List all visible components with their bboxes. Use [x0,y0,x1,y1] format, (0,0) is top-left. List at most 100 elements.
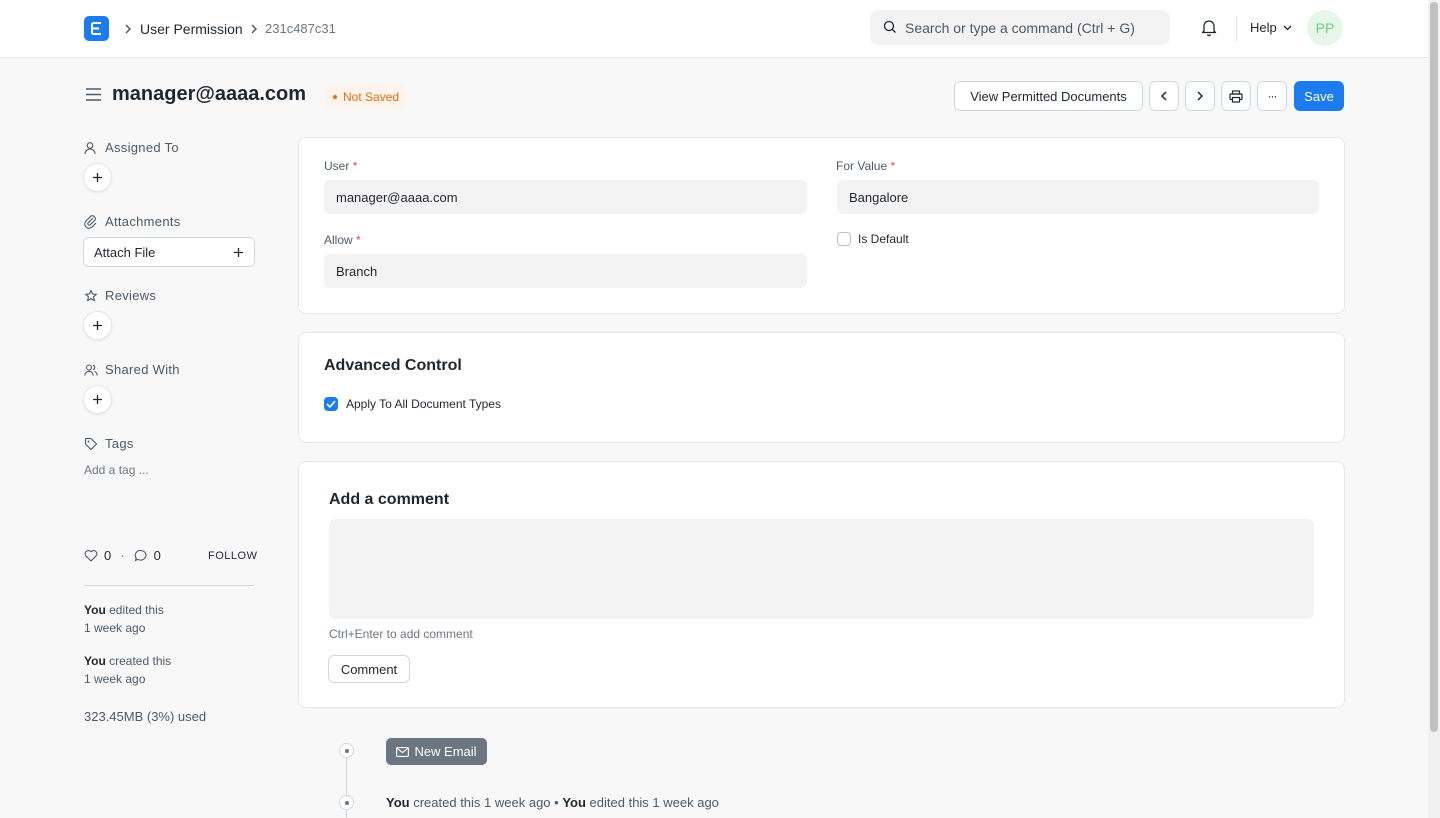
activity-user: You [84,603,106,617]
is-default-checkbox[interactable] [837,232,851,246]
user-field-label: User * [324,159,357,173]
timeline-user: You [562,795,586,810]
star-icon [85,289,97,301]
permission-form-card: User * manager@aaaa.com For Value * Bang… [298,137,1345,314]
is-default-label: Is Default [858,232,909,246]
shared-with-section: Shared With [84,362,180,377]
attach-file-label: Attach File [94,244,156,260]
plus-icon [93,173,102,182]
chevron-right-icon [248,20,260,38]
plus-icon [234,247,243,257]
timeline-action: edited this 1 week ago [589,795,719,810]
page-scrollbar[interactable] [1428,0,1440,818]
likes-comments-stats: 0 · 0 [84,548,161,563]
heart-icon[interactable] [84,549,98,562]
add-review-button[interactable] [83,311,112,340]
activity-time: 1 week ago [84,621,146,635]
allow-field-label: Allow * [324,233,361,247]
bell-icon[interactable] [1200,18,1218,37]
new-email-button[interactable]: New Email [386,738,487,765]
search-input[interactable]: Search or type a command (Ctrl + G) [870,10,1170,45]
plus-icon [93,321,102,330]
next-record-button[interactable] [1185,81,1215,111]
top-navbar: User Permission 231c487c31 Search or typ… [0,0,1428,58]
required-mark: * [356,233,361,247]
chevron-left-icon [1160,91,1167,101]
timeline-user: You [386,795,410,810]
attachments-section: Attachments [84,214,181,229]
status-dot [333,94,337,99]
sidebar-divider [84,585,254,586]
assigned-to-label: Assigned To [105,140,179,155]
print-button[interactable] [1221,81,1251,111]
activity-action: edited this [109,603,164,617]
activity-action: created this [109,654,172,668]
advanced-control-card: Advanced Control Apply To All Document T… [298,332,1345,443]
assigned-to-section: Assigned To [84,140,179,155]
sidebar-toggle-icon[interactable] [85,87,102,102]
previous-record-button[interactable] [1149,81,1179,111]
users-icon [84,363,98,376]
shared-with-label: Shared With [105,362,180,377]
breadcrumb-user-permission[interactable]: User Permission [140,20,243,38]
activity-item: You edited this 1 week ago [84,601,164,637]
add-comment-title: Add a comment [329,491,450,508]
comment-icon[interactable] [134,549,148,562]
page-title: manager@aaaa.com [112,83,307,105]
reviews-section: Reviews [84,288,156,303]
search-icon [883,20,896,33]
tags-label: Tags [105,436,134,451]
follow-button[interactable]: FOLLOW [208,550,257,562]
add-assignee-button[interactable] [83,163,112,192]
activity-item: You created this 1 week ago [84,652,171,688]
required-mark: * [352,159,358,173]
status-badge: Not Saved [325,84,408,109]
required-mark: * [890,159,896,173]
stats-separator: · [120,548,125,563]
for-value-field-label: For Value * [836,159,895,173]
chevron-down-icon [1283,25,1292,30]
timeline-action: created this 1 week ago • [413,795,559,810]
for-value-label-text: For Value [836,159,888,173]
printer-icon [1229,89,1243,103]
timeline-entry: You created this 1 week ago • You edited… [386,795,719,810]
help-label: Help [1250,20,1277,35]
tag-icon [84,437,98,450]
activity-user: You [84,654,106,668]
comment-hint: Ctrl+Enter to add comment [329,627,473,641]
new-email-label: New Email [414,744,477,759]
scrollbar-thumb[interactable] [1430,2,1438,732]
paperclip-icon [84,214,97,229]
for-value-field[interactable]: Bangalore [837,180,1319,214]
user-label-text: User [324,159,350,173]
more-actions-button[interactable]: ··· [1257,81,1287,111]
allow-label-text: Allow [324,233,353,247]
add-tag-link[interactable]: Add a tag ... [84,463,149,477]
breadcrumb-record-id[interactable]: 231c487c31 [265,20,336,38]
add-comment-card: Add a comment Ctrl+Enter to add comment … [298,461,1345,708]
user-field[interactable]: manager@aaaa.com [324,180,807,214]
view-permitted-documents-button[interactable]: View Permitted Documents [954,81,1143,111]
add-share-button[interactable] [83,385,112,414]
user-icon [84,141,96,154]
help-dropdown[interactable]: Help [1250,20,1292,35]
mail-icon [396,746,410,757]
avatar[interactable]: PP [1307,10,1343,46]
attachments-label: Attachments [105,214,181,229]
app-logo[interactable] [84,16,109,41]
plus-icon [93,395,102,404]
allow-field[interactable]: Branch [324,254,807,288]
chevron-right-icon [1197,91,1204,101]
apply-all-doc-types-checkbox[interactable] [324,397,338,411]
comment-textarea[interactable] [329,519,1314,619]
comment-button[interactable]: Comment [328,655,410,683]
likes-count: 0 [104,548,112,563]
tags-section: Tags [84,436,134,451]
apply-all-doc-types-label: Apply To All Document Types [346,397,501,411]
attach-file-button[interactable]: Attach File [83,237,255,267]
timeline-dot [339,743,354,758]
timeline-dot [339,795,354,810]
activity-time: 1 week ago [84,672,146,686]
check-icon [326,400,336,408]
save-button[interactable]: Save [1294,81,1344,111]
